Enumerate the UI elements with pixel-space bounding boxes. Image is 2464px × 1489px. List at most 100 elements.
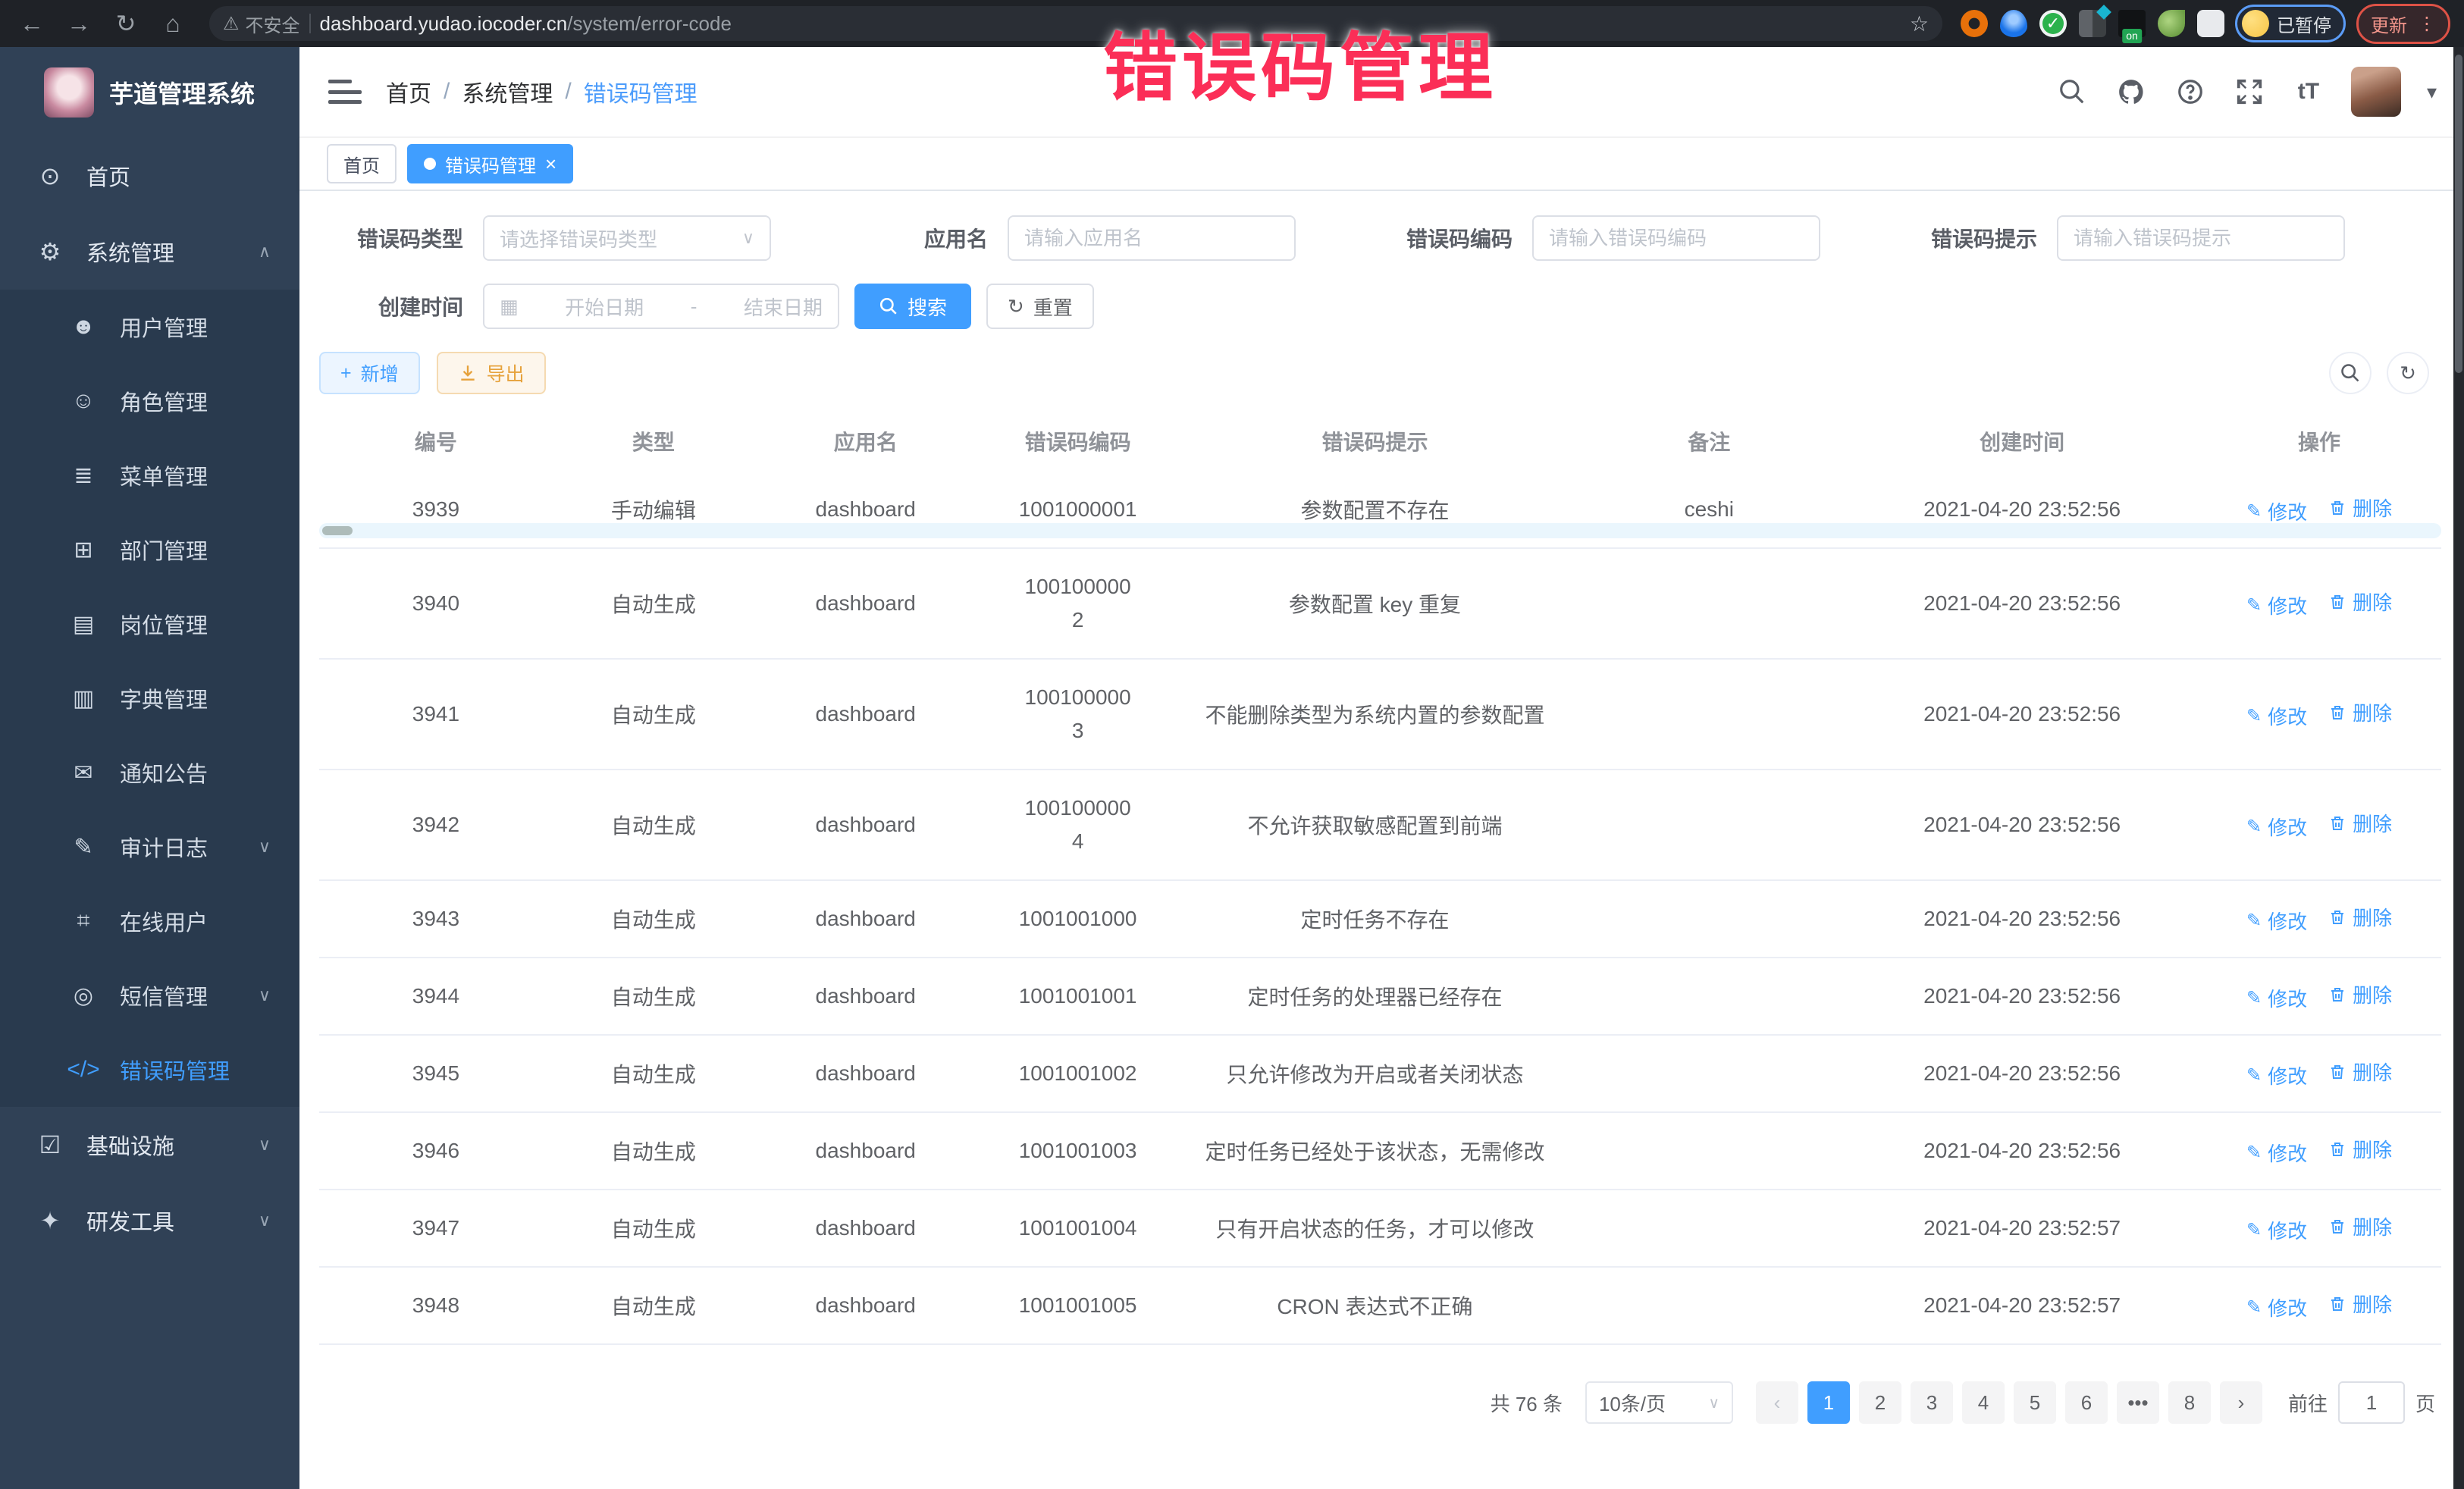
edit-link[interactable]: ✎修改 — [2246, 1216, 2307, 1244]
user-avatar[interactable] — [2351, 67, 2401, 117]
edit-link[interactable]: ✎修改 — [2246, 702, 2307, 730]
app-logo[interactable]: 芋道管理系统 — [0, 47, 299, 138]
edit-link[interactable]: ✎修改 — [2246, 907, 2307, 935]
delete-link[interactable]: 删除 — [2328, 1290, 2392, 1318]
page-button-5[interactable]: 5 — [2014, 1381, 2056, 1424]
edit-link[interactable]: ✎修改 — [2246, 984, 2307, 1012]
page-button-3[interactable]: 3 — [1911, 1381, 1953, 1424]
user-menu-caret-icon[interactable]: ▾ — [2427, 80, 2437, 104]
delete-link[interactable]: 删除 — [2328, 980, 2392, 1008]
sidebar-item-role-management[interactable]: ☺角色管理 — [0, 364, 299, 438]
sidebar-item-audit-log[interactable]: ✎审计日志∨ — [0, 810, 299, 884]
sidebar-item-user-management[interactable]: ☻用户管理 — [0, 290, 299, 364]
tab-label: 错误码管理 — [445, 151, 536, 177]
edit-link[interactable]: ✎修改 — [2246, 1139, 2307, 1167]
edit-link[interactable]: ✎修改 — [2246, 1061, 2307, 1089]
fullscreen-icon[interactable] — [2233, 75, 2266, 108]
browser-back-icon[interactable]: ← — [14, 5, 50, 42]
address-bar[interactable]: ⚠ 不安全 dashboard.yudao.iocoder.cn/system/… — [209, 6, 1942, 41]
extensions-puzzle-icon[interactable] — [2197, 10, 2224, 37]
scrollbar-thumb[interactable] — [322, 526, 353, 535]
delete-link[interactable]: 删除 — [2328, 1135, 2392, 1163]
sidebar-item-system-management[interactable]: ⚙系统管理∧ — [0, 214, 299, 290]
reset-button[interactable]: ↻ 重置 — [986, 284, 1094, 329]
browser-update-button[interactable]: 更新 ⋮ — [2356, 4, 2450, 44]
sidebar-item-online-users[interactable]: ⌗在线用户 — [0, 884, 299, 958]
page-button-2[interactable]: 2 — [1859, 1381, 1901, 1424]
cell-message: CRON 表达式不正确 — [1179, 1267, 1572, 1344]
edit-link[interactable]: ✎修改 — [2246, 813, 2307, 841]
browser-forward-icon[interactable]: → — [61, 5, 97, 42]
cell-remark — [1571, 1112, 1847, 1190]
app-name-input[interactable] — [1024, 227, 1279, 250]
sidebar-item-infrastructure[interactable]: ☑基础设施∨ — [0, 1107, 299, 1183]
page-size-select[interactable]: 10条/页 ∨ — [1585, 1381, 1733, 1424]
sidebar-item-department-management[interactable]: ⊞部门管理 — [0, 513, 299, 587]
page-button-4[interactable]: 4 — [1962, 1381, 2005, 1424]
ext-leaf-icon[interactable] — [2158, 10, 2185, 37]
date-range-picker[interactable]: ▦ 开始日期 - 结束日期 — [483, 284, 839, 329]
search-button[interactable]: 搜索 — [854, 284, 971, 329]
delete-link[interactable]: 删除 — [2328, 1058, 2392, 1086]
edit-link[interactable]: ✎修改 — [2246, 591, 2307, 619]
sidebar-item-error-code-management[interactable]: </>错误码管理 — [0, 1033, 299, 1107]
delete-link[interactable]: 删除 — [2328, 903, 2392, 931]
font-size-icon[interactable]: tT — [2292, 75, 2325, 108]
browser-menu-dots-icon[interactable]: ⋮ — [2418, 13, 2436, 35]
jump-page-input[interactable] — [2338, 1381, 2405, 1424]
ext-green-check-icon[interactable]: ✓ — [2039, 10, 2067, 37]
header-search-icon[interactable] — [2055, 75, 2089, 108]
breadcrumb-system[interactable]: 系统管理 — [462, 75, 553, 108]
sidebar-item-announcement[interactable]: ✉通知公告 — [0, 735, 299, 810]
page-ellipsis[interactable]: ••• — [2117, 1381, 2159, 1424]
cell-created: 2021-04-20 23:52:57 — [1847, 1267, 2197, 1344]
breadcrumb-home[interactable]: 首页 — [386, 75, 431, 108]
end-date-placeholder[interactable]: 结束日期 — [744, 293, 823, 321]
next-page-button[interactable]: › — [2220, 1381, 2262, 1424]
start-date-placeholder[interactable]: 开始日期 — [565, 293, 644, 321]
sidebar-item-menu-management[interactable]: ≣菜单管理 — [0, 438, 299, 513]
error-type-select[interactable]: 请选择错误码类型 ∨ — [483, 215, 771, 261]
browser-profile-chip[interactable]: 已暂停 — [2235, 5, 2346, 42]
window-scrollbar-thumb[interactable] — [2455, 55, 2462, 373]
error-message-input[interactable] — [2074, 227, 2328, 250]
ext-blocks-icon[interactable] — [2079, 10, 2106, 37]
not-secure-warning[interactable]: ⚠ 不安全 — [223, 11, 300, 37]
page-button-1[interactable]: 1 — [1807, 1381, 1850, 1424]
page-button-6[interactable]: 6 — [2065, 1381, 2108, 1424]
browser-home-icon[interactable]: ⌂ — [155, 5, 191, 42]
add-button[interactable]: + 新增 — [319, 352, 420, 394]
sidebar-collapse-icon[interactable] — [327, 77, 363, 107]
table-horizontal-scrollbar[interactable] — [319, 523, 2441, 538]
tab-home[interactable]: 首页 — [327, 144, 397, 183]
delete-link[interactable]: 删除 — [2328, 809, 2392, 837]
ext-dark-icon[interactable]: on — [2118, 10, 2146, 37]
delete-link[interactable]: 删除 — [2328, 698, 2392, 726]
edit-link[interactable]: ✎修改 — [2246, 497, 2307, 525]
col-app: 应用名 — [754, 414, 977, 472]
tab-close-icon[interactable]: × — [545, 154, 556, 174]
sidebar-item-post-management[interactable]: ▤岗位管理 — [0, 587, 299, 661]
delete-link[interactable]: 删除 — [2328, 588, 2392, 616]
ext-blue-drop-icon[interactable] — [2000, 10, 2027, 37]
refresh-table-button[interactable]: ↻ — [2387, 352, 2429, 394]
delete-link[interactable]: 删除 — [2328, 1212, 2392, 1240]
github-icon[interactable] — [2114, 75, 2148, 108]
page-button-8[interactable]: 8 — [2168, 1381, 2211, 1424]
toggle-search-button[interactable] — [2329, 352, 2372, 394]
prev-page-button[interactable]: ‹ — [1756, 1381, 1798, 1424]
sidebar-item-dev-tools[interactable]: ✦研发工具∨ — [0, 1183, 299, 1259]
window-scrollbar[interactable] — [2453, 47, 2464, 1489]
help-icon[interactable] — [2174, 75, 2207, 108]
delete-link[interactable]: 删除 — [2328, 494, 2392, 522]
browser-reload-icon[interactable]: ↻ — [108, 5, 144, 42]
edit-link[interactable]: ✎修改 — [2246, 1293, 2307, 1321]
sidebar-item-sms-management[interactable]: ◎短信管理∨ — [0, 958, 299, 1033]
ext-orange-icon[interactable] — [1961, 10, 1988, 37]
tab-error-code[interactable]: 错误码管理 × — [407, 144, 573, 183]
error-code-input[interactable] — [1549, 227, 1804, 250]
export-button[interactable]: 导出 — [437, 352, 546, 394]
sidebar-item-home[interactable]: ⊙首页 — [0, 138, 299, 214]
bookmark-star-icon[interactable]: ☆ — [1910, 11, 1929, 36]
sidebar-item-dictionary-management[interactable]: ▥字典管理 — [0, 661, 299, 735]
